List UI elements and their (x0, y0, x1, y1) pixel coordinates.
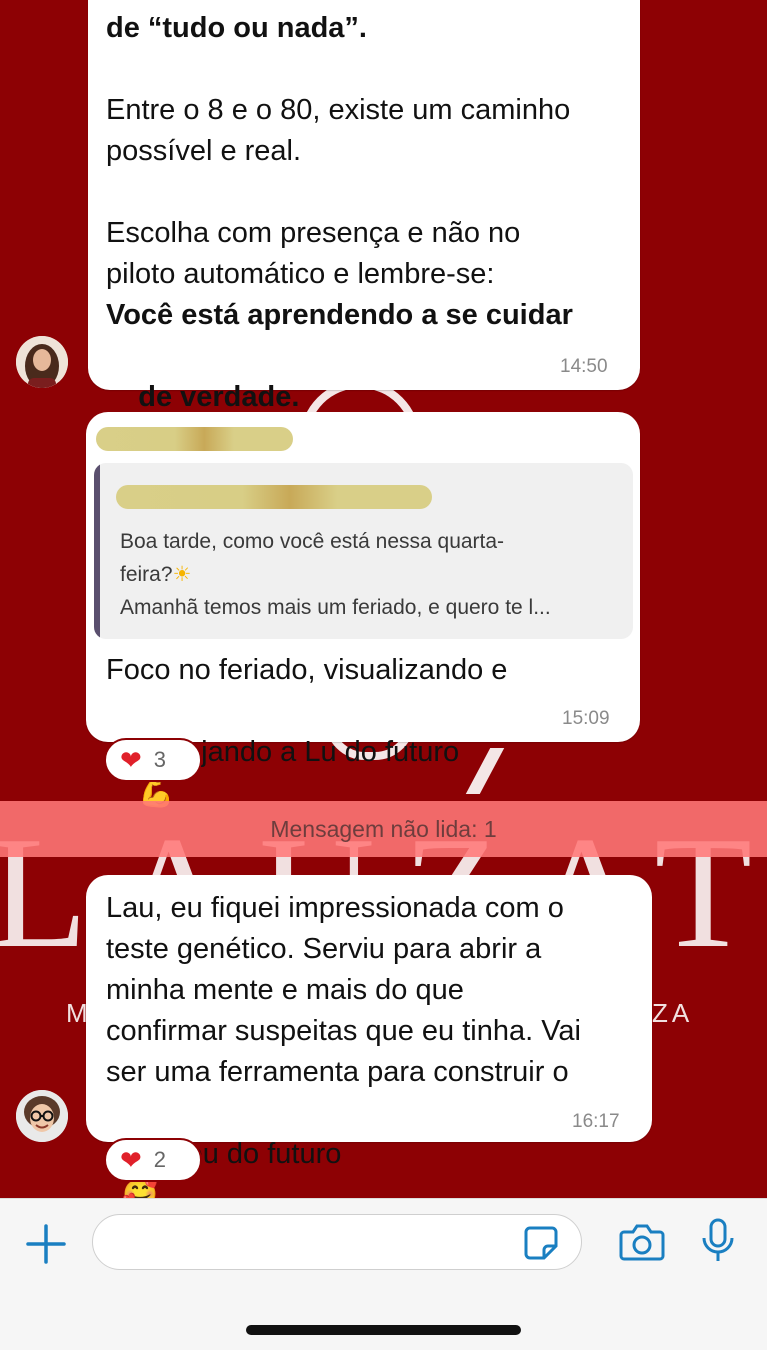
avatar[interactable] (16, 336, 68, 388)
reaction-badge[interactable]: ❤ 3 (104, 738, 202, 782)
quoted-text-line: feira? (120, 563, 173, 586)
sticker-icon[interactable] (522, 1224, 560, 1262)
avatar-woman-glasses-icon (16, 1090, 68, 1142)
quoted-text-line: Amanhã temos mais um feriado, e quero te… (120, 596, 551, 619)
quoted-message[interactable]: Boa tarde, como você está nessa quarta- … (94, 463, 633, 639)
message-text-line: piloto automático e lembre-se: (106, 258, 495, 290)
camera-icon[interactable] (618, 1222, 666, 1262)
heart-icon: ❤ (120, 745, 142, 775)
avatar[interactable] (16, 1090, 68, 1142)
heart-icon: ❤ (120, 1145, 142, 1175)
message-text-line: ser uma ferramenta para construir o (106, 1056, 569, 1088)
quote-accent-bar (94, 463, 100, 639)
message-timestamp: 14:50 (560, 356, 608, 377)
message-input[interactable] (92, 1214, 582, 1270)
unread-messages-label: Mensagem não lida: 1 (270, 815, 497, 842)
reaction-count: 2 (153, 1147, 167, 1172)
message-text-line: minha mente e mais do que (106, 974, 464, 1006)
quoted-text: Boa tarde, como você está nessa quarta- … (120, 525, 551, 624)
home-indicator[interactable] (246, 1325, 521, 1335)
message-text-line: possível e real. (106, 135, 302, 167)
wallpaper-logo-accent (465, 748, 505, 794)
quoted-text-line: Boa tarde, como você está nessa quarta- (120, 530, 505, 553)
reaction-badge[interactable]: ❤ 2 (104, 1138, 202, 1182)
message-text-line: teste genético. Serviu para abrir a (106, 933, 542, 965)
message-text: de verdade. (138, 380, 300, 413)
unread-messages-banner: Mensagem não lida: 1 (0, 801, 767, 857)
message-timestamp: 16:17 (572, 1111, 620, 1132)
message-text-line: Lau, eu fiquei impressionada com o (106, 892, 564, 924)
sun-emoji: ☀ (172, 562, 192, 586)
redacted-sender-name (96, 427, 293, 451)
message-text-line: Foco no feriado, visualizando e (106, 654, 508, 686)
plus-icon[interactable] (24, 1222, 68, 1266)
reaction-count: 3 (153, 747, 167, 772)
message-text-line: de “tudo ou nada”. (106, 12, 367, 44)
message-text-line: Você está aprendendo a se cuidar (106, 299, 573, 331)
microphone-icon[interactable] (700, 1218, 736, 1264)
message-timestamp: 15:09 (562, 708, 610, 729)
avatar-woman-icon (16, 336, 68, 388)
redacted-quoted-sender (116, 485, 432, 509)
message-text-line: confirmar suspeitas que eu tinha. Vai (106, 1015, 582, 1047)
wallpaper-logo-fragment-right: ZA (652, 998, 694, 1028)
message-text-line: Escolha com presença e não no (106, 217, 521, 249)
message-text-line: Entre o 8 e o 80, existe um caminho (106, 94, 571, 126)
